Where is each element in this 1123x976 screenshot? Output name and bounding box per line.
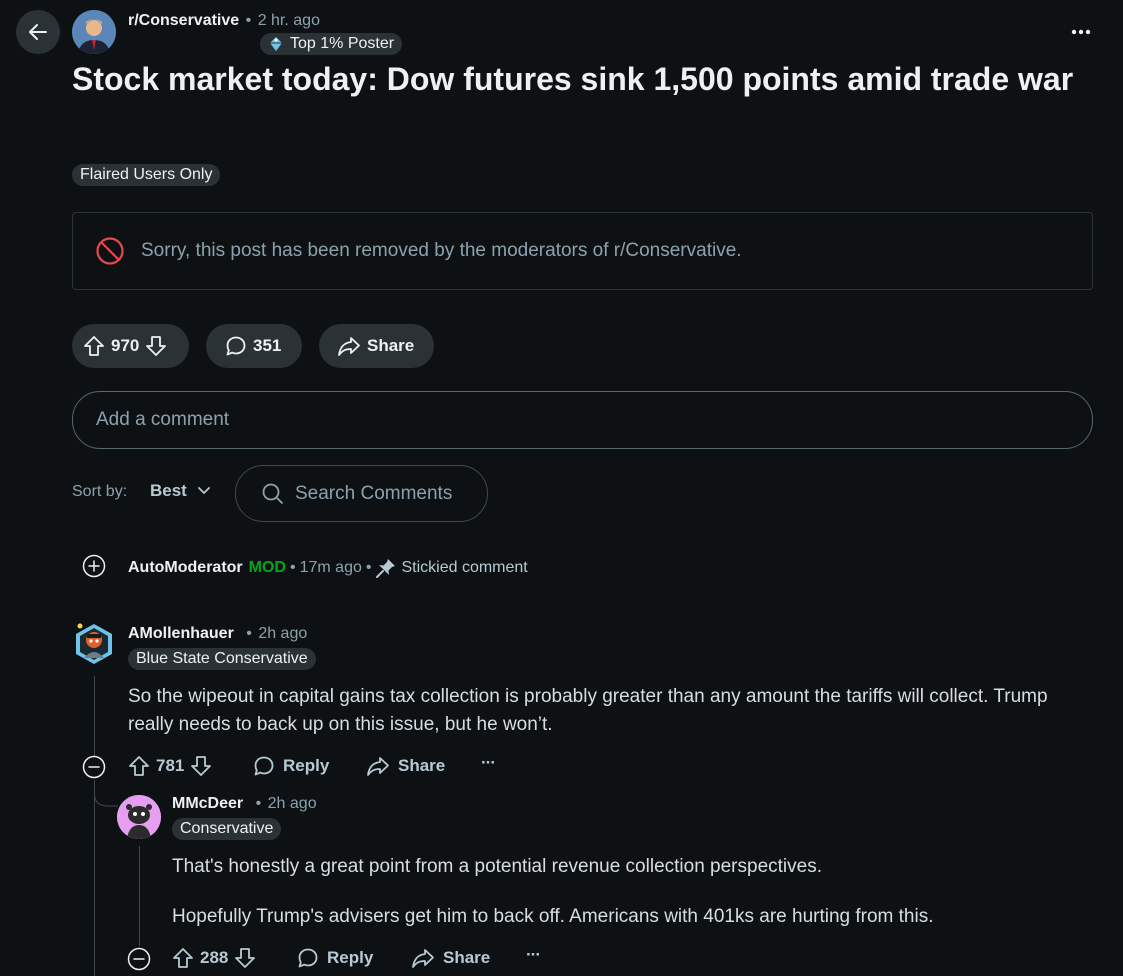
- search-comments-input[interactable]: Search Comments: [235, 465, 488, 522]
- minus-circle-icon: [82, 755, 106, 779]
- thread-connector: [94, 780, 118, 807]
- add-comment-placeholder: Add a comment: [96, 409, 230, 430]
- minus-circle-icon: [127, 947, 151, 971]
- reply-label: Reply: [283, 756, 330, 775]
- stickied-author[interactable]: AutoModerator: [128, 559, 243, 577]
- post-overflow-menu[interactable]: [1064, 20, 1098, 44]
- upvote-button[interactable]: [83, 335, 105, 357]
- upvote-icon: [129, 756, 149, 776]
- downvote-icon: [191, 756, 212, 776]
- comment-time: 2h ago: [267, 795, 317, 812]
- share-label: Share: [398, 756, 446, 775]
- more-horizontal-icon: ···: [481, 753, 496, 772]
- upvote-icon: [84, 336, 104, 356]
- stickied-note: Stickied comment: [401, 559, 528, 576]
- downvote-button[interactable]: [190, 755, 212, 777]
- back-button[interactable]: [16, 10, 60, 54]
- pin-icon: [376, 559, 396, 578]
- comment-count: 351: [253, 336, 282, 355]
- arrow-left-icon: [29, 24, 47, 40]
- comment-body-line-1: That's honestly a great point from a pot…: [172, 856, 822, 877]
- share-icon: [367, 757, 389, 776]
- upvote-button[interactable]: [172, 947, 194, 969]
- removed-notice-box: Sorry, this post has been removed by the…: [72, 212, 1093, 290]
- plus-circle-icon: [82, 554, 106, 578]
- post-share-button[interactable]: Share: [319, 324, 434, 368]
- comment-author[interactable]: MMcDeer: [172, 795, 243, 812]
- comment-more-button[interactable]: ···: [481, 753, 496, 773]
- comment-author[interactable]: AMollenhauer: [128, 625, 234, 642]
- subreddit-avatar[interactable]: [72, 10, 116, 54]
- comment-icon: [254, 756, 274, 776]
- reply-button[interactable]: Reply: [297, 947, 373, 969]
- removed-icon: [96, 237, 124, 265]
- comment-icon: [226, 336, 246, 356]
- share-icon: [338, 337, 360, 356]
- meta-separator: •: [255, 795, 262, 812]
- chevron-down-icon: [197, 487, 210, 495]
- sort-dropdown[interactable]: Best: [150, 481, 211, 501]
- add-comment-input[interactable]: Add a comment: [72, 391, 1093, 449]
- comment-time: 2h ago: [258, 625, 308, 642]
- diamond-icon: [270, 37, 282, 51]
- mod-tag: MOD: [248, 559, 286, 576]
- comments-button[interactable]: 351: [206, 324, 302, 368]
- user-flair: Conservative: [172, 818, 282, 840]
- downvote-button[interactable]: [145, 335, 167, 357]
- upvote-button[interactable]: [128, 755, 150, 777]
- share-icon: [412, 949, 434, 968]
- reply-button[interactable]: Reply: [253, 755, 329, 777]
- comment-vote-count: 781: [156, 756, 185, 775]
- meta-separator: •: [246, 625, 252, 642]
- thread-line[interactable]: [94, 676, 95, 756]
- collapse-comment-button[interactable]: [82, 755, 106, 779]
- comment-more-button[interactable]: ···: [526, 945, 541, 965]
- top-poster-badge: Top 1% Poster: [260, 33, 403, 55]
- search-icon: [262, 483, 283, 504]
- share-label: Share: [443, 948, 491, 967]
- post-vote-bar: 970: [72, 324, 189, 368]
- comment-vote-bar: 288: [172, 947, 256, 969]
- downvote-icon: [235, 948, 256, 968]
- meta-separator: •: [289, 559, 296, 576]
- meta-separator: •: [365, 559, 372, 576]
- sort-label: Sort by:: [72, 483, 128, 500]
- reply-label: Reply: [327, 948, 374, 967]
- removed-notice-text: Sorry, this post has been removed by the…: [141, 240, 742, 261]
- comment-share-button[interactable]: Share: [411, 947, 490, 969]
- top-poster-label: Top 1% Poster: [290, 35, 395, 52]
- post-vote-count: 970: [111, 336, 140, 355]
- collapse-comment-button[interactable]: [127, 947, 151, 971]
- comment-body: So the wipeout in capital gains tax coll…: [128, 686, 1048, 735]
- upvote-icon: [173, 948, 193, 968]
- comment-body-line-2: Hopefully Trump's advisers get him to ba…: [172, 906, 934, 927]
- comment-vote-count: 288: [200, 948, 229, 967]
- more-horizontal-icon: [1071, 29, 1091, 35]
- meta-separator: •: [245, 12, 252, 29]
- comment-share-button[interactable]: Share: [366, 755, 445, 777]
- more-horizontal-icon: ···: [526, 945, 541, 964]
- comment-vote-bar: 781: [128, 755, 212, 777]
- stickied-time: 17m ago: [299, 559, 362, 576]
- commenter-avatar[interactable]: [72, 620, 116, 668]
- post-title: Stock market today: Dow futures sink 1,5…: [72, 61, 1074, 97]
- user-flair: Blue State Conservative: [128, 648, 316, 670]
- commenter-avatar[interactable]: [117, 795, 161, 839]
- comment-icon: [298, 948, 318, 968]
- thread-line[interactable]: [139, 846, 140, 946]
- post-share-label: Share: [367, 336, 415, 355]
- sort-value: Best: [150, 481, 187, 500]
- downvote-button[interactable]: [234, 947, 256, 969]
- search-comments-placeholder: Search Comments: [295, 482, 453, 504]
- post-time: 2 hr. ago: [257, 12, 320, 29]
- post-flair[interactable]: Flaired Users Only: [72, 164, 221, 186]
- subreddit-link[interactable]: r/Conservative: [128, 12, 239, 29]
- downvote-icon: [146, 336, 167, 356]
- expand-comment-button[interactable]: [82, 554, 106, 578]
